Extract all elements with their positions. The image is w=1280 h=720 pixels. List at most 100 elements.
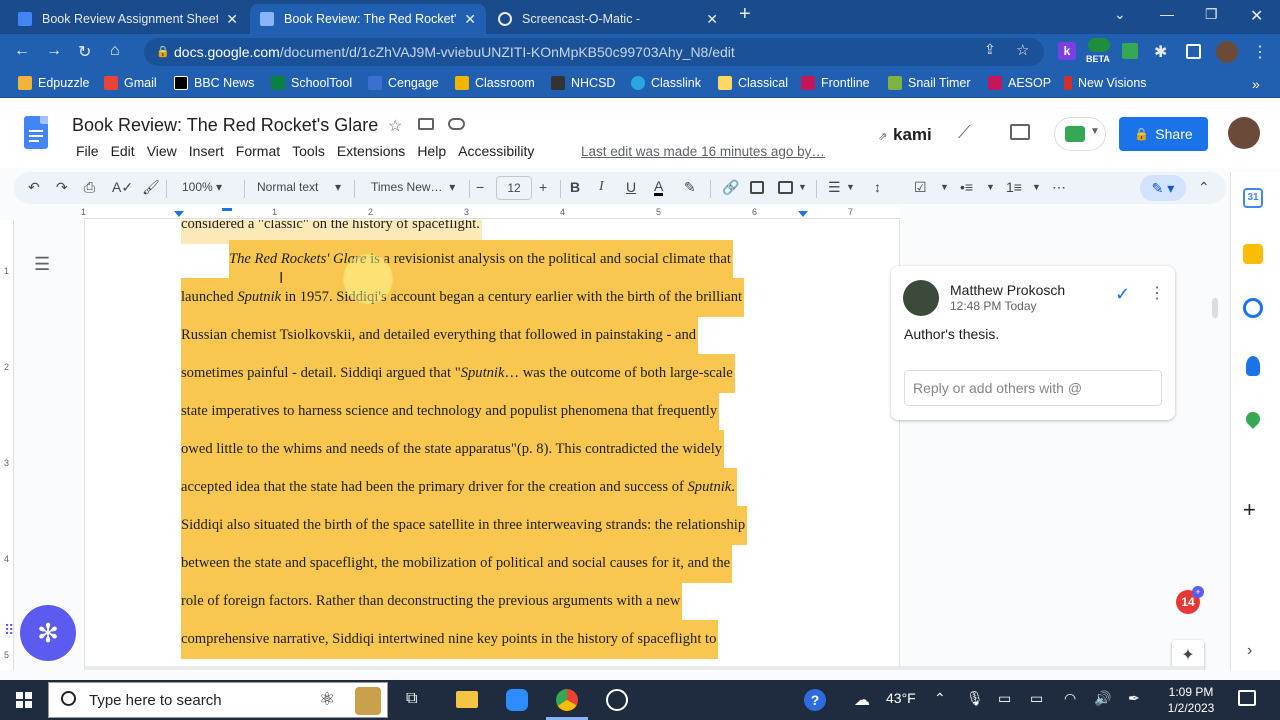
first-line-indent-marker[interactable]	[222, 208, 232, 211]
close-tab-icon[interactable]: ✕	[226, 11, 238, 28]
extension-shield-icon[interactable]	[1122, 43, 1138, 59]
bookmark-schooltool[interactable]: SchoolTool	[271, 76, 352, 90]
last-edit-link[interactable]: Last edit was made 16 minutes ago by…	[581, 144, 825, 159]
editing-mode-icon[interactable]: ✎ ▾	[1140, 175, 1186, 201]
star-icon[interactable]: ☆	[388, 116, 402, 136]
restore-icon[interactable]: ❐	[1205, 6, 1218, 23]
meet-button[interactable]: ▼	[1054, 117, 1106, 151]
bookmark-classical[interactable]: Classical	[718, 76, 788, 90]
tray-chevron-up-icon[interactable]: ⌃	[934, 690, 946, 707]
weather-cloud-icon[interactable]: ☁	[854, 690, 870, 710]
bold-button[interactable]: B	[570, 179, 580, 195]
zoom-app-icon[interactable]	[506, 689, 528, 711]
notifications-icon[interactable]	[1238, 690, 1256, 706]
menu-view[interactable]: View	[141, 143, 183, 159]
move-folder-icon[interactable]	[418, 118, 434, 130]
document-line[interactable]: The Red Rockets' Glare is a revisionist …	[229, 240, 733, 279]
display-icon[interactable]: ▭	[998, 690, 1011, 707]
chevron-down-icon[interactable]: ▼	[798, 182, 807, 192]
tab-screencast[interactable]: Screencast-O-Matic - ✕	[488, 4, 728, 34]
chrome-menu-icon[interactable]: ⋮	[1252, 42, 1268, 62]
tab-book-review[interactable]: Book Review: The Red Rocket's G ✕	[250, 4, 486, 34]
bookmark-cengage[interactable]: Cengage	[368, 76, 439, 90]
menu-accessibility[interactable]: Accessibility	[452, 143, 540, 159]
bookmark-snail-timer[interactable]: Snail Timer	[888, 76, 971, 90]
document-line[interactable]: owed little to the whims and needs of th…	[181, 430, 725, 469]
document-line[interactable]: role of foreign factors. Rather than dec…	[181, 582, 683, 621]
omnibox[interactable]: 🔒 docs.google.com/document/d/1cZhVAJ9M-v…	[144, 38, 1044, 66]
bulleted-list-icon[interactable]: •≡	[960, 179, 973, 195]
forward-icon[interactable]: →	[46, 42, 62, 60]
activity-trend-icon[interactable]: ⟋	[958, 122, 971, 143]
bookmark-star-icon[interactable]: ☆	[1016, 41, 1029, 59]
account-avatar[interactable]	[1228, 117, 1260, 149]
profile-avatar[interactable]	[1216, 41, 1238, 63]
checklist-icon[interactable]: ☑	[914, 179, 927, 196]
add-addon-icon[interactable]: +	[1243, 497, 1256, 523]
taskbar-search-input[interactable]: Type here to search ⚛	[48, 682, 388, 718]
redo-icon[interactable]: ↷	[56, 179, 68, 196]
left-indent-marker[interactable]	[174, 211, 184, 217]
kami-button[interactable]: kami	[893, 125, 932, 145]
contacts-icon[interactable]	[1246, 356, 1260, 376]
more-options-icon[interactable]: ⋯	[1052, 179, 1066, 196]
right-indent-marker[interactable]	[798, 211, 808, 217]
document-line[interactable]: Russian chemist Tsiolkovskii, and detail…	[181, 316, 699, 355]
help-icon[interactable]: ?	[804, 689, 826, 711]
document-line[interactable]: Siddiqi also situated the birth of the s…	[181, 506, 748, 545]
share-page-icon[interactable]: ⇪	[984, 41, 996, 58]
align-icon[interactable]: ☰	[828, 179, 841, 196]
paragraph-style-select[interactable]: Normal text ▾	[257, 180, 341, 194]
chevron-down-icon[interactable]: ▼	[1032, 182, 1041, 192]
home-icon[interactable]: ⌂	[110, 42, 120, 60]
menu-tools[interactable]: Tools	[286, 143, 331, 159]
chevron-down-icon[interactable]: ▼	[846, 182, 855, 192]
reload-icon[interactable]: ↻	[78, 42, 91, 62]
document-outline-icon[interactable]: ☰	[34, 254, 50, 275]
bookmark-classlink[interactable]: Classlink	[631, 76, 701, 90]
decrease-font-size-button[interactable]: −	[476, 179, 484, 195]
increase-font-size-button[interactable]: +	[539, 179, 547, 195]
new-tab-button[interactable]: +	[739, 3, 751, 26]
document-line[interactable]: launched Sputnik in 1957. Siddiqi's acco…	[181, 278, 745, 317]
kami-launch-icon[interactable]: ⇗	[878, 130, 887, 143]
weather-temperature[interactable]: 43°F	[886, 690, 916, 706]
numbered-list-icon[interactable]: 1≡	[1006, 179, 1022, 195]
bookmark-nhcsd[interactable]: NHCSD	[551, 76, 615, 90]
undo-icon[interactable]: ↶	[28, 179, 40, 196]
file-explorer-icon[interactable]	[456, 691, 478, 708]
close-window-icon[interactable]: ✕	[1250, 6, 1263, 26]
font-family-select[interactable]: Times New… ▾	[371, 180, 455, 194]
font-size-input[interactable]: 12	[496, 176, 532, 200]
docs-logo-icon[interactable]	[24, 116, 48, 149]
menu-help[interactable]: Help	[411, 143, 452, 159]
bookmark-edpuzzle[interactable]: Edpuzzle	[18, 76, 89, 90]
kami-extension-icon[interactable]: k	[1058, 42, 1076, 60]
document-line[interactable]: comprehensive narrative, Siddiqi intertw…	[181, 620, 719, 659]
side-panel-icon[interactable]	[1186, 44, 1201, 59]
microphone-icon[interactable]: 🎙	[966, 690, 984, 707]
pen-icon[interactable]: ✒	[1128, 690, 1140, 707]
print-icon[interactable]: ⎙	[84, 179, 95, 196]
spellcheck-icon[interactable]: A✓	[112, 179, 133, 196]
task-view-icon[interactable]: ⧉	[406, 690, 417, 708]
comments-icon[interactable]	[1010, 124, 1030, 140]
bookmark-classroom[interactable]: Classroom	[455, 76, 535, 90]
menu-extensions[interactable]: Extensions	[331, 143, 411, 159]
close-tab-icon[interactable]: ✕	[706, 11, 718, 28]
close-tab-icon[interactable]: ✕	[464, 11, 476, 28]
keep-icon[interactable]	[1243, 244, 1263, 264]
add-comment-icon[interactable]	[750, 181, 764, 194]
bookmark-frontline[interactable]: Frontline	[801, 76, 870, 90]
document-line[interactable]: state imperatives to harness science and…	[181, 392, 720, 431]
document-page[interactable]: considered a "classic" on the history of…	[84, 220, 900, 670]
calendar-icon[interactable]: 31	[1243, 188, 1263, 208]
bookmark-aesop[interactable]: AESOP	[988, 76, 1051, 90]
cloud-status-icon[interactable]	[448, 118, 465, 130]
tab-search-icon[interactable]: ⌄	[1114, 6, 1126, 23]
bookmark-gmail[interactable]: Gmail	[104, 76, 157, 90]
italic-button[interactable]: I	[599, 179, 604, 195]
document-title[interactable]: Book Review: The Red Rocket's Glare	[72, 115, 378, 136]
document-line[interactable]: sometimes painful - detail. Siddiqi argu…	[181, 354, 735, 393]
hide-menus-icon[interactable]: ⌃	[1198, 179, 1210, 196]
